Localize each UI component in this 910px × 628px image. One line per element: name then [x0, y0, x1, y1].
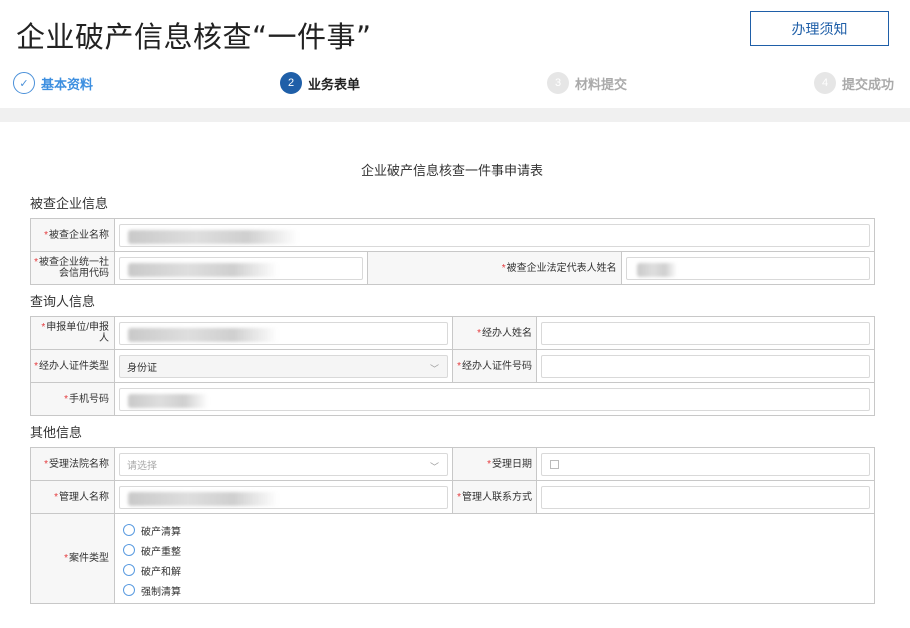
step-label: 基本资料: [41, 76, 94, 92]
page-title: 企业破产信息核查“一件事”: [16, 20, 372, 54]
field-label: *手机号码: [30, 382, 115, 416]
agent-name-input[interactable]: [541, 321, 870, 345]
section-title-inquirer: 查询人信息: [30, 294, 96, 309]
phone-input[interactable]: [119, 387, 870, 411]
step-basic-info[interactable]: ✓ 基本资料: [13, 70, 93, 96]
applicant-input[interactable]: [119, 321, 448, 345]
legal-rep-input[interactable]: [625, 256, 870, 280]
step-number: 3: [547, 72, 569, 94]
radio-option[interactable]: 破产和解: [123, 560, 870, 580]
manager-name-input[interactable]: [119, 485, 448, 509]
progress-steps: ✓ 基本资料 2 业务表单 3 材料提交 4 提交成功: [0, 70, 910, 96]
field-label: *申报单位/申报人: [30, 316, 115, 350]
radio-circle-icon[interactable]: [123, 564, 135, 576]
field-label: *管理人名称: [30, 480, 115, 514]
company-info-table: *被查企业名称 *被查企业统一社会信用代码 *被查企业法定代表人姓名: [30, 218, 876, 285]
step-label: 提交成功: [842, 76, 895, 92]
field-label: *受理日期: [452, 447, 537, 481]
step-label: 材料提交: [575, 76, 628, 92]
accept-date-input[interactable]: [541, 452, 870, 476]
court-select[interactable]: 请选择 ﹀: [119, 452, 448, 476]
field-label: *被查企业名称: [30, 218, 115, 252]
field-label: *管理人联系方式: [452, 480, 537, 514]
step-business-form[interactable]: 2 业务表单: [280, 70, 360, 96]
other-info-table: *受理法院名称 请选择 ﹀ *受理日期 *管理人名称 *管理人联系方式 *案件类…: [30, 447, 875, 604]
calendar-icon: [550, 459, 559, 469]
radio-circle-icon[interactable]: [123, 524, 135, 536]
divider-band: [0, 108, 910, 122]
check-icon: ✓: [13, 72, 35, 94]
credit-code-input[interactable]: [119, 256, 364, 280]
step-label: 业务表单: [308, 76, 361, 92]
field-label: *被查企业统一社会信用代码: [30, 251, 115, 285]
step-material-submit[interactable]: 3 材料提交: [547, 70, 627, 96]
field-label: *经办人证件类型: [30, 349, 115, 383]
section-title-other: 其他信息: [30, 425, 83, 440]
chevron-down-icon: ﹀: [429, 363, 439, 374]
notice-button[interactable]: 办理须知: [750, 11, 889, 46]
radio-circle-icon[interactable]: [123, 584, 135, 596]
id-number-input[interactable]: [541, 354, 870, 378]
form-heading: 企业破产信息核查一件事申请表: [360, 163, 543, 178]
section-title-company: 被查企业信息: [30, 196, 109, 211]
radio-circle-icon[interactable]: [123, 544, 135, 556]
step-number: 2: [280, 72, 302, 94]
company-name-input[interactable]: [119, 223, 870, 247]
radio-option[interactable]: 破产清算: [123, 520, 870, 540]
manager-contact-input[interactable]: [541, 485, 870, 509]
step-submit-success[interactable]: 4 提交成功: [814, 70, 894, 96]
field-label: *受理法院名称: [30, 447, 115, 481]
inquirer-info-table: *申报单位/申报人 *经办人姓名 *经办人证件类型 身份证 ﹀ *经办人证件号码: [30, 316, 875, 416]
case-type-radio-group: 破产清算 破产重整 破产和解 强制清算: [119, 514, 870, 600]
field-label: *经办人证件号码: [452, 349, 537, 383]
chevron-down-icon: ﹀: [429, 461, 439, 472]
radio-option[interactable]: 强制清算: [123, 580, 870, 600]
id-type-select[interactable]: 身份证 ﹀: [119, 354, 448, 378]
field-label: *被查企业法定代表人姓名: [367, 251, 622, 285]
field-label: *经办人姓名: [452, 316, 537, 350]
radio-option[interactable]: 破产重整: [123, 540, 870, 560]
page-header: 企业破产信息核查“一件事” 办理须知 ✓ 基本资料 2 业务表单 3 材料提交 …: [0, 0, 910, 108]
field-label: *案件类型: [30, 513, 115, 604]
form-area: 企业破产信息核查一件事申请表 被查企业信息 *被查企业名称 *被查企业统一社会信…: [0, 122, 910, 628]
step-number: 4: [814, 72, 836, 94]
